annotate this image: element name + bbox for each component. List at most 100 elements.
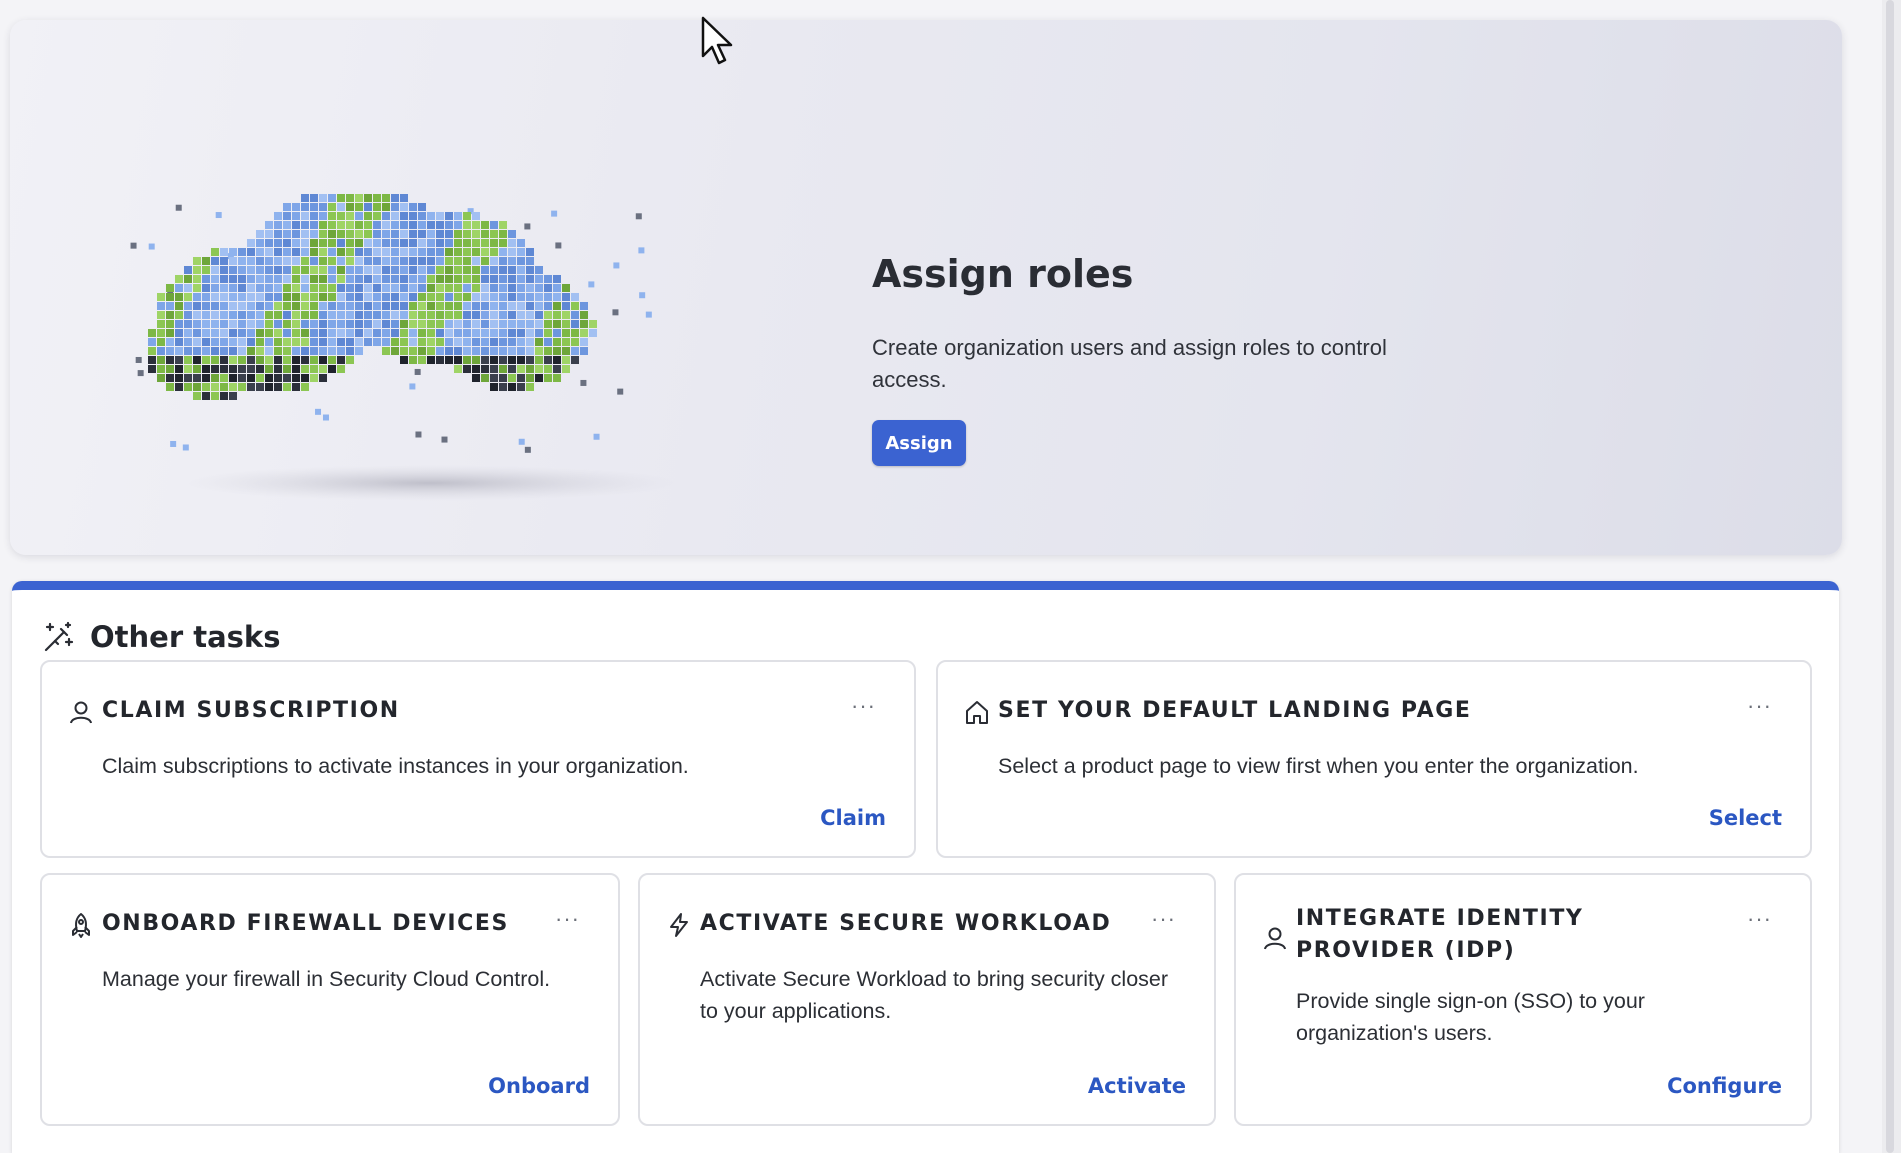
cloud-voxel [612, 309, 619, 316]
cloud-voxel [292, 383, 300, 391]
cloud-voxel [265, 311, 273, 319]
cloud-voxel [427, 302, 435, 310]
cloud-voxel [589, 320, 597, 328]
cloud-voxel [301, 311, 309, 319]
cloud-voxel [238, 275, 246, 283]
cloud-voxel [518, 438, 525, 445]
cloud-voxel [346, 203, 354, 211]
cloud-voxel [274, 221, 282, 229]
cloud-voxel [301, 293, 309, 301]
cloud-voxel [409, 257, 417, 265]
select-link[interactable]: Select [1709, 806, 1782, 830]
more-options-button[interactable]: ··· [851, 695, 876, 717]
cloud-voxel [490, 374, 498, 382]
cloud-voxel [175, 204, 182, 211]
cloud-voxel [409, 248, 417, 256]
cloud-voxel [490, 230, 498, 238]
assign-button[interactable]: Assign [872, 420, 966, 466]
cloud-voxel [571, 338, 579, 346]
cloud-voxel [463, 320, 471, 328]
cloud-voxel [355, 248, 363, 256]
cloud-voxel [319, 239, 327, 247]
cloud-voxel [166, 329, 174, 337]
cloud-voxel [499, 374, 507, 382]
card-title: CLAIM SUBSCRIPTION [102, 698, 400, 723]
cloud-voxel [499, 266, 507, 274]
cloud-voxel [355, 320, 363, 328]
cloud-voxel [229, 347, 237, 355]
cloud-voxel [472, 338, 480, 346]
cloud-voxel [517, 275, 525, 283]
more-options-button[interactable]: ··· [555, 908, 580, 930]
cloud-voxel [499, 248, 507, 256]
cloud-voxel [328, 230, 336, 238]
cloud-voxel [454, 212, 462, 220]
cloud-voxel [202, 356, 210, 364]
cloud-voxel [391, 257, 399, 265]
cloud-voxel [274, 293, 282, 301]
cloud-voxel [562, 320, 570, 328]
cloud-voxel [247, 293, 255, 301]
scrollbar-thumb[interactable] [1886, 0, 1894, 1153]
cloud-voxel [472, 356, 480, 364]
cloud-voxel [319, 320, 327, 328]
cloud-voxel [499, 257, 507, 265]
cloud-voxel [220, 248, 228, 256]
page-scrollbar[interactable] [1882, 0, 1901, 1153]
onboard-link[interactable]: Onboard [488, 1074, 590, 1098]
cloud-voxel [517, 284, 525, 292]
cloud-voxel [544, 365, 552, 373]
configure-link[interactable]: Configure [1667, 1074, 1782, 1098]
cloud-voxel [283, 356, 291, 364]
cloud-voxel [337, 212, 345, 220]
cloud-voxel [588, 281, 595, 288]
cloud-voxel [526, 284, 534, 292]
cloud-illustration [130, 194, 680, 501]
home-icon [966, 701, 988, 724]
cloud-voxel [184, 284, 192, 292]
cloud-voxel [553, 347, 561, 355]
cloud-voxel [535, 365, 543, 373]
cloud-voxel [211, 347, 219, 355]
cloud-voxel [391, 203, 399, 211]
cloud-voxel [409, 329, 417, 337]
cloud-voxel [463, 266, 471, 274]
cloud-voxel [211, 338, 219, 346]
cloud-voxel [292, 257, 300, 265]
cloud-voxel [427, 239, 435, 247]
cloud-voxel [292, 266, 300, 274]
cloud-voxel [247, 311, 255, 319]
activate-link[interactable]: Activate [1088, 1074, 1186, 1098]
cloud-voxel [202, 347, 210, 355]
cloud-voxel [238, 320, 246, 328]
cloud-voxel [256, 266, 264, 274]
cloud-voxel [544, 320, 552, 328]
cloud-voxel [526, 302, 534, 310]
cloud-voxel [639, 292, 646, 299]
cloud-voxel [418, 293, 426, 301]
claim-link[interactable]: Claim [820, 806, 886, 830]
cloud-voxel [499, 383, 507, 391]
more-options-button[interactable]: ··· [1747, 695, 1772, 717]
cloud-voxel [445, 311, 453, 319]
cloud-voxel [265, 284, 273, 292]
cloud-voxel [414, 368, 421, 375]
cloud-voxel [382, 230, 390, 238]
other-tasks-title: Other tasks [90, 620, 281, 654]
cloud-voxel [193, 329, 201, 337]
cloud-voxel [319, 365, 327, 373]
cloud-voxel [202, 284, 210, 292]
cloud-voxel [310, 338, 318, 346]
more-options-button[interactable]: ··· [1747, 908, 1772, 930]
cloud-voxel [391, 320, 399, 328]
more-options-button[interactable]: ··· [1151, 908, 1176, 930]
cloud-voxel [256, 302, 264, 310]
cloud-voxel [391, 230, 399, 238]
cloud-voxel [472, 284, 480, 292]
cloud-voxel [524, 223, 531, 230]
card-description: Provide single sign-on (SSO) to your org… [1296, 989, 1645, 1045]
cloud-voxel [211, 266, 219, 274]
cloud-voxel [220, 365, 228, 373]
cloud-voxel [157, 329, 165, 337]
cloud-voxel [283, 221, 291, 229]
